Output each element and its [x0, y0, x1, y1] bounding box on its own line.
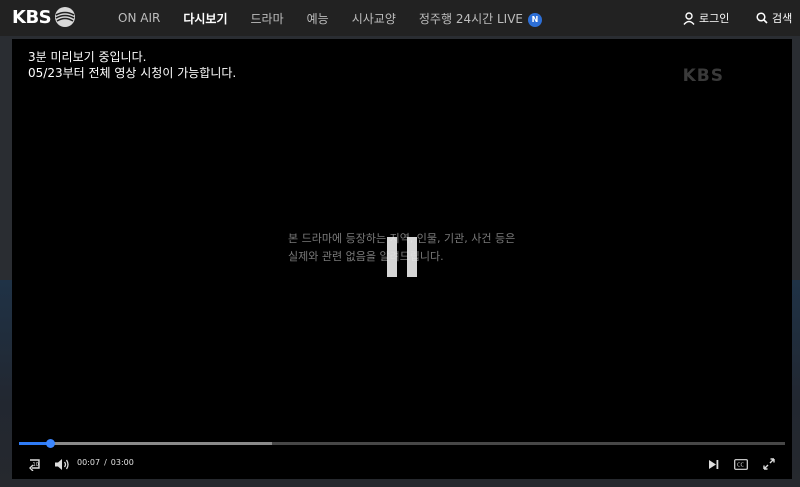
progress-handle[interactable]	[45, 439, 55, 448]
next-button[interactable]	[706, 457, 720, 471]
preview-notice-line1: 3분 미리보기 중입니다.	[28, 50, 147, 64]
current-time: 00:07	[77, 458, 101, 467]
cc-icon: CC	[734, 458, 748, 470]
cc-button[interactable]: CC	[733, 457, 749, 471]
fullscreen-icon	[763, 458, 775, 470]
kbs-globe-icon	[55, 7, 76, 27]
pause-bar-left	[387, 237, 397, 277]
nav-item-24h-live[interactable]: 정주행 24시간 LIVE N	[418, 10, 543, 27]
kbs-watermark: KBS	[682, 66, 724, 86]
search-label: 검색	[772, 12, 793, 25]
logo-text: KBS	[12, 6, 52, 28]
video-player[interactable]: 3분 미리보기 중입니다. 05/23부터 전체 영상 시청이 가능합니다. K…	[12, 39, 792, 479]
svg-text:CC: CC	[737, 462, 744, 468]
site-header: KBS ON AIR 다시보기 드라마 예능 시사교양 정주행 24시간 LIV…	[0, 0, 800, 36]
svg-text:10: 10	[33, 462, 39, 468]
preview-notice-line2: 05/23부터 전체 영상 시청이 가능합니다.	[28, 66, 237, 80]
nav-item-replay[interactable]: 다시보기	[183, 10, 227, 27]
progress-bar[interactable]	[19, 439, 785, 448]
nav-item-drama[interactable]: 드라마	[251, 10, 284, 27]
replay-icon: 10	[29, 458, 40, 471]
replay-button[interactable]: 10	[26, 457, 42, 471]
search-button[interactable]: 검색	[756, 0, 792, 36]
new-badge: N	[528, 12, 543, 27]
next-icon	[708, 459, 718, 469]
main-nav: ON AIR 다시보기 드라마 예능 시사교양 정주행 24시간 LIVE N	[118, 0, 565, 36]
login-button[interactable]: 로그인	[683, 0, 729, 36]
login-label: 로그인	[699, 12, 730, 25]
duration: 03:00	[110, 458, 134, 467]
buffer-fill	[19, 442, 272, 445]
time-display: 00:07/03:00	[77, 456, 134, 470]
preview-notice: 3분 미리보기 중입니다. 05/23부터 전체 영상 시청이 가능합니다.	[28, 49, 236, 81]
time-separator: /	[104, 458, 107, 467]
volume-button[interactable]	[53, 457, 71, 471]
nav-item-24h-live-label: 정주행 24시간 LIVE	[418, 11, 524, 26]
user-icon	[683, 11, 695, 25]
fullscreen-button[interactable]	[761, 457, 777, 471]
nav-item-entertainment[interactable]: 예능	[307, 10, 329, 27]
search-icon	[756, 12, 768, 24]
nav-item-current-affairs[interactable]: 시사교양	[352, 10, 396, 27]
pause-bar-right	[407, 237, 417, 277]
nav-item-on-air[interactable]: ON AIR	[118, 11, 160, 25]
volume-icon	[55, 458, 69, 470]
kbs-logo[interactable]: KBS	[12, 5, 76, 29]
pause-icon[interactable]	[387, 237, 417, 277]
